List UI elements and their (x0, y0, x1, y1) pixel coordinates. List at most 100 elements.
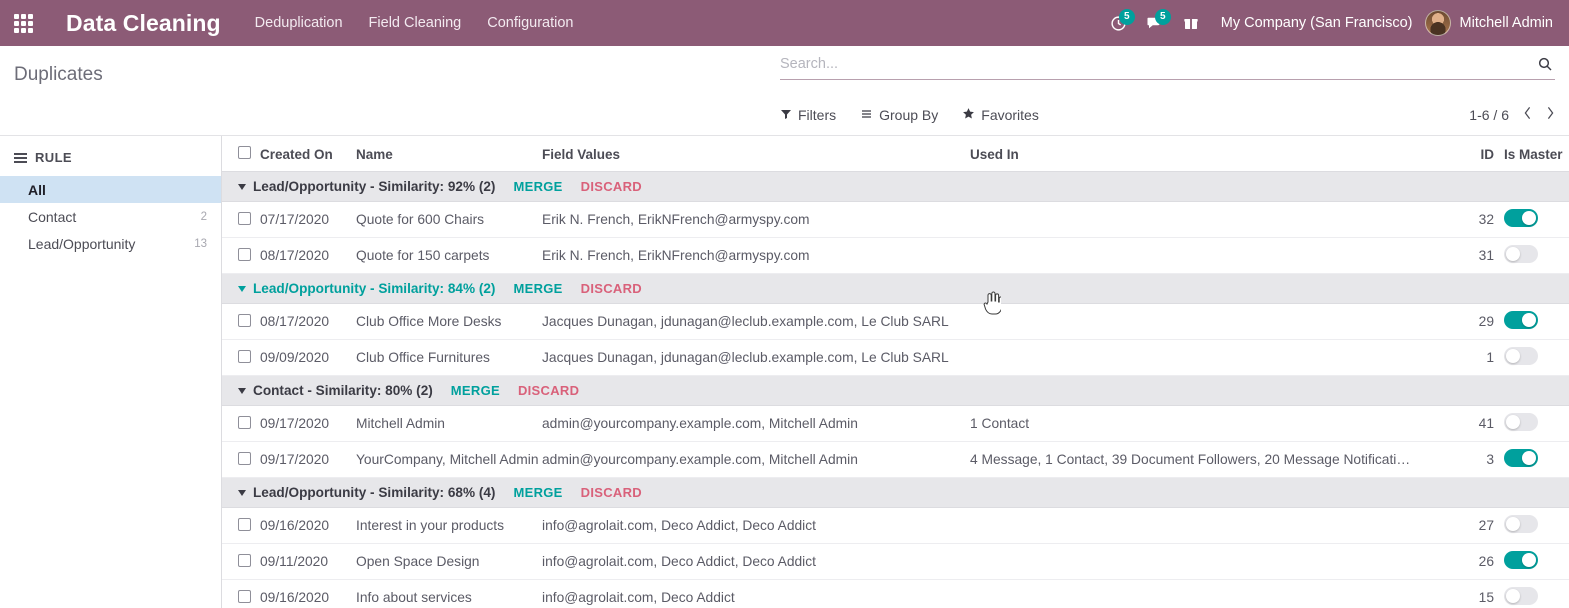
sidebar-item-all[interactable]: All (0, 176, 221, 203)
checkbox-icon[interactable] (238, 553, 251, 567)
cell-is-master (1494, 201, 1569, 238)
group-header-row[interactable]: Lead/Opportunity - Similarity: 68% (4) ME… (222, 477, 1569, 508)
discard-button[interactable]: DISCARD (581, 179, 642, 194)
table-row[interactable]: 09/09/2020 Club Office Furnitures Jacques … (222, 339, 1569, 376)
favorites-button[interactable]: Favorites (962, 107, 1039, 123)
checkbox-icon[interactable] (238, 415, 251, 429)
cell-id: 1 (1450, 339, 1494, 376)
merge-button[interactable]: MERGE (513, 281, 562, 296)
is-master-toggle[interactable] (1504, 209, 1538, 227)
discard-button[interactable]: DISCARD (581, 281, 642, 296)
table-row[interactable]: 07/17/2020 Quote for 600 Chairs Erik N. Fr… (222, 201, 1569, 238)
table-header-row: Created On Name Field Values Used In ID … (222, 136, 1569, 172)
checkbox-icon[interactable] (238, 146, 251, 159)
top-navbar: Data Cleaning Deduplication Field Cleani… (0, 0, 1569, 46)
merge-button[interactable]: MERGE (513, 485, 562, 500)
cell-id: 3 (1450, 441, 1494, 478)
checkbox-icon[interactable] (238, 247, 251, 261)
discard-button[interactable]: DISCARD (581, 485, 642, 500)
row-select-cell (222, 579, 260, 608)
list-lines-icon (860, 107, 873, 123)
is-master-toggle[interactable] (1504, 347, 1538, 365)
toggle-knob (1522, 313, 1536, 327)
cell-name: Club Office Furnitures (356, 339, 542, 376)
group-label[interactable]: Lead/Opportunity - Similarity: 92% (2) (253, 179, 495, 194)
gift-icon[interactable] (1173, 0, 1209, 46)
is-master-toggle[interactable] (1504, 413, 1538, 431)
checkbox-icon[interactable] (238, 451, 251, 465)
apps-grid-icon[interactable] (0, 0, 46, 46)
is-master-toggle[interactable] (1504, 515, 1538, 533)
merge-button[interactable]: MERGE (513, 179, 562, 194)
filters-button[interactable]: Filters (780, 107, 836, 123)
caret-down-icon[interactable] (238, 489, 246, 496)
cell-id: 41 (1450, 405, 1494, 442)
table-row[interactable]: 09/16/2020 Info about services info@agrola… (222, 579, 1569, 608)
table-row[interactable]: 08/17/2020 Quote for 150 carpets Erik N. F… (222, 237, 1569, 274)
group-header-row[interactable]: Lead/Opportunity - Similarity: 92% (2) ME… (222, 171, 1569, 202)
nav-item-configuration[interactable]: Configuration (487, 15, 573, 31)
table-row[interactable]: 09/11/2020 Open Space Design info@agrolait… (222, 543, 1569, 580)
chevron-left-icon[interactable] (1523, 106, 1532, 124)
group-header-cell: Lead/Opportunity - Similarity: 84% (2) ME… (222, 273, 1569, 304)
cell-field-values: Jacques Dunagan, jdunagan@leclub.example… (542, 339, 970, 376)
filters-label: Filters (798, 107, 837, 123)
cell-id: 27 (1450, 507, 1494, 544)
nav-item-field-cleaning[interactable]: Field Cleaning (369, 15, 462, 31)
sidebar-item-contact[interactable]: Contact 2 (0, 203, 221, 230)
group-label[interactable]: Contact - Similarity: 80% (2) (253, 383, 433, 398)
cell-field-values: Erik N. French, ErikNFrench@armyspy.com (542, 237, 970, 274)
star-icon (962, 107, 975, 123)
cell-field-values: info@agrolait.com, Deco Addict, Deco Add… (542, 543, 970, 580)
column-used-in[interactable]: Used In (970, 136, 1450, 172)
search-input[interactable] (780, 56, 1535, 72)
checkbox-icon[interactable] (238, 313, 251, 327)
user-menu[interactable]: Mitchell Admin (1424, 10, 1553, 36)
chevron-right-icon[interactable] (1546, 106, 1555, 124)
merge-button[interactable]: MERGE (451, 383, 500, 398)
row-select-cell (222, 405, 260, 442)
checkbox-icon[interactable] (238, 517, 251, 531)
nav-item-deduplication[interactable]: Deduplication (255, 15, 343, 31)
is-master-toggle[interactable] (1504, 551, 1538, 569)
is-master-toggle[interactable] (1504, 587, 1538, 605)
table-row[interactable]: 09/16/2020 Interest in your products info@… (222, 507, 1569, 544)
table-row[interactable]: 08/17/2020 Club Office More Desks Jacques … (222, 303, 1569, 340)
group-label[interactable]: Lead/Opportunity - Similarity: 68% (4) (253, 485, 495, 500)
cell-field-values: admin@yourcompany.example.com, Mitchell … (542, 441, 970, 478)
search-icon[interactable] (1535, 54, 1555, 74)
app-brand-title: Data Cleaning (66, 9, 221, 36)
sidebar-item-count: 2 (200, 210, 207, 223)
column-name[interactable]: Name (356, 136, 542, 172)
cell-name: Quote for 150 carpets (356, 237, 542, 274)
table-row[interactable]: 09/17/2020 Mitchell Admin admin@yourcompan… (222, 405, 1569, 442)
discard-button[interactable]: DISCARD (518, 383, 579, 398)
group-header-row[interactable]: Contact - Similarity: 80% (2) MERGE DISCAR… (222, 375, 1569, 406)
column-is-master[interactable]: Is Master (1494, 136, 1569, 172)
cell-created-on: 09/17/2020 (260, 441, 356, 478)
group-header-row[interactable]: Lead/Opportunity - Similarity: 84% (2) ME… (222, 273, 1569, 304)
search-area (780, 54, 1555, 80)
sidebar-item-lead-opportunity[interactable]: Lead/Opportunity 13 (0, 230, 221, 257)
group-label[interactable]: Lead/Opportunity - Similarity: 84% (2) (253, 281, 495, 296)
column-field-values[interactable]: Field Values (542, 136, 970, 172)
cell-used-in (970, 579, 1450, 608)
is-master-toggle[interactable] (1504, 311, 1538, 329)
is-master-toggle[interactable] (1504, 245, 1538, 263)
caret-down-icon[interactable] (238, 285, 246, 292)
is-master-toggle[interactable] (1504, 449, 1538, 467)
checkbox-icon[interactable] (238, 349, 251, 363)
toggle-knob (1506, 517, 1520, 531)
column-created-on[interactable]: Created On (260, 136, 356, 172)
column-id[interactable]: ID (1450, 136, 1494, 172)
clock-activity-icon[interactable]: 5 (1101, 0, 1137, 46)
group-by-button[interactable]: Group By (860, 107, 938, 123)
chat-messages-icon[interactable]: 5 (1137, 0, 1173, 46)
cell-name: Mitchell Admin (356, 405, 542, 442)
caret-down-icon[interactable] (238, 387, 246, 394)
checkbox-icon[interactable] (238, 589, 251, 603)
caret-down-icon[interactable] (238, 183, 246, 190)
checkbox-icon[interactable] (238, 211, 251, 225)
table-row[interactable]: 09/17/2020 YourCompany, Mitchell Admin adm… (222, 441, 1569, 478)
company-selector[interactable]: My Company (San Francisco) (1221, 15, 1413, 31)
